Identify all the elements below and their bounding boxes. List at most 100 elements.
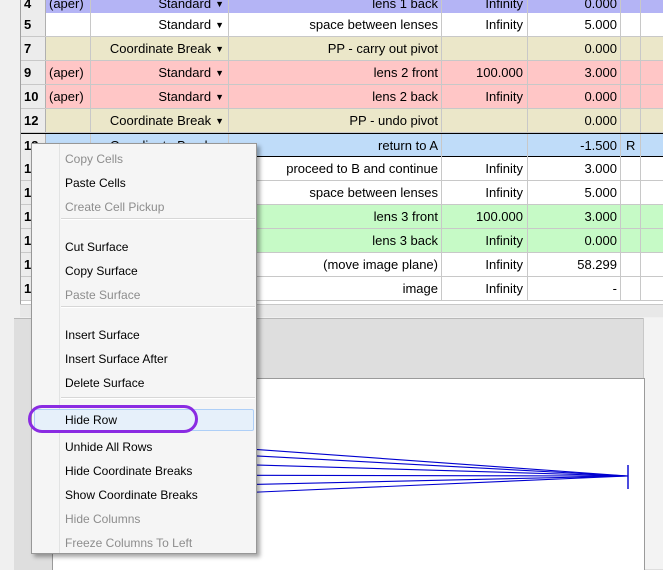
extra-cell[interactable] xyxy=(641,229,663,252)
solve-cell[interactable] xyxy=(621,61,641,84)
radius-cell[interactable]: Infinity xyxy=(442,181,528,204)
solve-cell[interactable] xyxy=(621,277,641,300)
thickness-cell[interactable]: 3.000 xyxy=(528,61,621,84)
radius-cell[interactable] xyxy=(442,134,528,157)
solve-cell[interactable] xyxy=(621,157,641,180)
surface-type-cell-text: Standard xyxy=(158,89,212,104)
comment-cell[interactable]: (move image plane) xyxy=(229,253,442,276)
radius-cell[interactable]: Infinity xyxy=(442,13,528,36)
dropdown-arrow-icon[interactable]: ▼ xyxy=(215,110,224,132)
radius-cell[interactable]: Infinity xyxy=(442,157,528,180)
comment-cell[interactable]: lens 3 back xyxy=(229,229,442,252)
surface-type-cell[interactable]: Standard▼ xyxy=(91,13,229,36)
radius-cell[interactable] xyxy=(442,37,528,60)
extra-cell[interactable] xyxy=(641,13,663,36)
aperture-cell[interactable] xyxy=(46,37,91,60)
solve-cell[interactable]: R xyxy=(621,134,641,157)
comment-cell[interactable]: space between lenses xyxy=(229,181,442,204)
radius-cell[interactable]: 100.000 xyxy=(442,205,528,228)
dropdown-arrow-icon[interactable]: ▼ xyxy=(215,86,224,108)
thickness-cell[interactable]: 0.000 xyxy=(528,85,621,108)
extra-cell[interactable] xyxy=(641,181,663,204)
thickness-cell[interactable]: 0.000 xyxy=(528,229,621,252)
row-number-cell[interactable]: 10 xyxy=(21,85,46,108)
radius-cell[interactable]: Infinity xyxy=(442,229,528,252)
thickness-cell[interactable]: 3.000 xyxy=(528,205,621,228)
thickness-cell[interactable]: 0.000 xyxy=(528,37,621,60)
dropdown-arrow-icon[interactable]: ▼ xyxy=(215,38,224,60)
solve-cell[interactable] xyxy=(621,109,641,132)
menu-separator xyxy=(61,218,255,220)
extra-cell[interactable] xyxy=(641,253,663,276)
comment-cell[interactable]: lens 2 front xyxy=(229,61,442,84)
row-number-cell-text: 9 xyxy=(24,65,32,80)
extra-cell[interactable] xyxy=(641,277,663,300)
dropdown-arrow-icon[interactable]: ▼ xyxy=(215,14,224,36)
thickness-cell[interactable]: 0.000 xyxy=(528,109,621,132)
aperture-cell[interactable] xyxy=(46,109,91,132)
solve-cell[interactable] xyxy=(621,229,641,252)
menu-item-hide-coordinate-breaks[interactable]: Hide Coordinate Breaks xyxy=(34,460,254,482)
thickness-cell-text: 3.000 xyxy=(584,209,617,224)
surface-type-cell[interactable]: Standard▼ xyxy=(91,85,229,108)
solve-cell[interactable] xyxy=(621,181,641,204)
menu-item-delete-surface[interactable]: Delete Surface xyxy=(34,372,254,394)
row-number-cell[interactable]: 12 xyxy=(21,109,46,132)
extra-cell[interactable] xyxy=(641,134,663,157)
row-number-cell[interactable]: 7 xyxy=(21,37,46,60)
menu-item-cut-surface[interactable]: Cut Surface xyxy=(34,236,254,258)
radius-cell[interactable] xyxy=(442,109,528,132)
thickness-cell-text: 58.299 xyxy=(577,257,617,272)
extra-cell[interactable] xyxy=(641,109,663,132)
solve-cell[interactable] xyxy=(621,85,641,108)
radius-cell[interactable]: Infinity xyxy=(442,277,528,300)
thickness-cell[interactable]: 5.000 xyxy=(528,13,621,36)
comment-cell[interactable]: PP - undo pivot xyxy=(229,109,442,132)
solve-cell[interactable] xyxy=(621,253,641,276)
table-row[interactable]: 5 Standard ▼ space between lenses Infinity 5.… xyxy=(21,13,663,37)
radius-cell[interactable]: Infinity xyxy=(442,253,528,276)
surface-type-cell[interactable]: Coordinate Break▼ xyxy=(91,109,229,132)
comment-cell[interactable]: image xyxy=(229,277,442,300)
thickness-cell[interactable]: 58.299 xyxy=(528,253,621,276)
menu-item-copy-surface[interactable]: Copy Surface xyxy=(34,260,254,282)
menu-item-unhide-all-rows[interactable]: Unhide All Rows xyxy=(34,436,254,458)
table-row[interactable]: 12 Coordinate Break ▼ PP - undo pivot 0.000 xyxy=(21,109,663,133)
table-row[interactable]: 9 (aper) Standard ▼ lens 2 front 100.000 3.000 xyxy=(21,61,663,85)
comment-cell[interactable]: space between lenses xyxy=(229,13,442,36)
table-row[interactable]: 7 Coordinate Break ▼ PP - carry out pivot 0.… xyxy=(21,37,663,61)
extra-cell[interactable] xyxy=(641,37,663,60)
radius-cell[interactable]: Infinity xyxy=(442,85,528,108)
extra-cell[interactable] xyxy=(641,205,663,228)
aperture-cell[interactable]: (aper) xyxy=(46,85,91,108)
solve-cell[interactable] xyxy=(621,37,641,60)
extra-cell[interactable] xyxy=(641,157,663,180)
menu-item-paste-cells[interactable]: Paste Cells xyxy=(34,172,254,194)
vertical-scrollbar[interactable] xyxy=(643,318,663,569)
aperture-cell[interactable]: (aper) xyxy=(46,61,91,84)
menu-item-insert-surface[interactable]: Insert Surface xyxy=(34,324,254,346)
aperture-cell[interactable] xyxy=(46,13,91,36)
comment-cell[interactable]: lens 3 front xyxy=(229,205,442,228)
comment-cell[interactable]: lens 2 back xyxy=(229,85,442,108)
radius-cell[interactable]: 100.000 xyxy=(442,61,528,84)
thickness-cell[interactable]: 5.000 xyxy=(528,181,621,204)
thickness-cell[interactable]: - xyxy=(528,277,621,300)
extra-cell[interactable] xyxy=(641,61,663,84)
thickness-cell[interactable]: 3.000 xyxy=(528,157,621,180)
menu-item-insert-surface-after[interactable]: Insert Surface After xyxy=(34,348,254,370)
comment-cell[interactable]: PP - carry out pivot xyxy=(229,37,442,60)
row-number-cell[interactable]: 9 xyxy=(21,61,46,84)
thickness-cell[interactable]: -1.500 xyxy=(528,134,621,157)
comment-cell[interactable]: proceed to B and continue xyxy=(229,157,442,180)
extra-cell[interactable] xyxy=(641,85,663,108)
menu-item-show-coordinate-breaks[interactable]: Show Coordinate Breaks xyxy=(34,484,254,506)
surface-type-cell[interactable]: Coordinate Break▼ xyxy=(91,37,229,60)
row-number-cell[interactable]: 5 xyxy=(21,13,46,36)
table-row[interactable]: 10 (aper) Standard ▼ lens 2 back Infinity 0.00… xyxy=(21,85,663,109)
dropdown-arrow-icon[interactable]: ▼ xyxy=(215,62,224,84)
solve-cell[interactable] xyxy=(621,13,641,36)
solve-cell[interactable] xyxy=(621,205,641,228)
comment-cell[interactable]: return to A xyxy=(229,134,442,157)
surface-type-cell[interactable]: Standard▼ xyxy=(91,61,229,84)
